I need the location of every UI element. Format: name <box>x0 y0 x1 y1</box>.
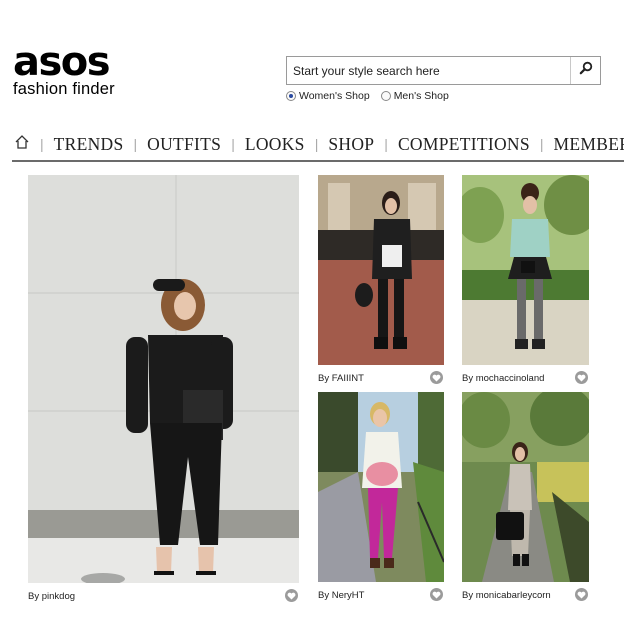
nav-item-shop[interactable]: SHOP <box>328 134 374 155</box>
look-author-link[interactable]: mochaccinoland <box>476 373 545 384</box>
love-heart-button[interactable] <box>430 588 443 601</box>
look-photo[interactable] <box>462 392 589 582</box>
logo-wordmark: asos <box>13 39 111 85</box>
look-author-link[interactable]: FAIIINT <box>332 373 364 384</box>
look-photo[interactable] <box>28 175 299 583</box>
love-heart-icon <box>432 369 441 387</box>
look-card[interactable]: By FAIIINT <box>318 175 444 387</box>
radio-button-selected[interactable] <box>286 91 296 101</box>
look-author-link[interactable]: NeryHT <box>332 590 365 601</box>
love-heart-icon <box>432 586 441 604</box>
mens-shop-radio[interactable]: Men's Shop <box>380 90 449 102</box>
look-photo[interactable] <box>318 175 444 365</box>
nav-separator: | <box>314 136 319 152</box>
search-input[interactable] <box>287 57 571 84</box>
love-heart-button[interactable] <box>285 589 298 602</box>
look-card[interactable]: By mochaccinoland <box>462 175 589 387</box>
love-heart-button[interactable] <box>430 371 443 384</box>
by-label: By <box>462 373 474 384</box>
look-photo[interactable] <box>462 175 589 365</box>
main-nav: | TRENDS | OUTFITS | LOOKS | SHOP | COMP… <box>12 128 624 160</box>
by-label: By <box>318 373 330 384</box>
logo-subtitle: fashion finder <box>13 80 115 98</box>
look-credit: By monicabarleycorn <box>462 590 551 601</box>
asos-logo[interactable]: asos fashion finder <box>13 39 133 98</box>
love-heart-icon <box>577 586 586 604</box>
love-heart-icon <box>577 369 586 387</box>
nav-separator: | <box>133 136 138 152</box>
search-button[interactable] <box>570 57 600 84</box>
by-label: By <box>28 591 40 602</box>
nav-separator: | <box>384 136 388 152</box>
look-credit: By NeryHT <box>318 590 364 601</box>
look-photo-image <box>318 175 444 365</box>
love-heart-button[interactable] <box>575 588 588 601</box>
radio-button[interactable] <box>380 91 391 101</box>
look-photo[interactable] <box>318 392 444 582</box>
look-photo-image <box>28 175 299 583</box>
search-box <box>286 56 601 85</box>
mens-shop-label: Men's Shop <box>393 90 449 102</box>
love-heart-icon <box>287 587 296 605</box>
nav-separator: | <box>40 136 44 152</box>
look-credit: By mochaccinoland <box>462 373 544 384</box>
look-author-link[interactable]: pinkdog <box>42 591 75 602</box>
womens-shop-radio[interactable]: Women's Shop <box>286 90 370 102</box>
nav-item-competitions[interactable]: COMPETITIONS <box>398 134 530 155</box>
shop-selector: Women's Shop Men's Shop <box>286 90 449 102</box>
look-card[interactable]: By NeryHT <box>318 392 444 606</box>
look-photo-image <box>462 392 589 582</box>
nav-divider <box>12 160 624 162</box>
look-credit: By pinkdog <box>28 591 75 602</box>
look-credit: By FAIIINT <box>318 373 364 384</box>
nav-item-trends[interactable]: TRENDS <box>54 134 124 155</box>
look-card[interactable]: By monicabarleycorn <box>462 392 589 606</box>
home-icon <box>14 134 30 155</box>
look-photo-image <box>462 175 589 365</box>
nav-item-looks[interactable]: LOOKS <box>245 134 305 155</box>
look-card[interactable]: By pinkdog <box>28 175 299 605</box>
search-icon <box>579 61 593 80</box>
look-author-link[interactable]: monicabarleycorn <box>476 590 551 601</box>
by-label: By <box>462 590 474 601</box>
nav-separator: | <box>539 136 544 152</box>
nav-item-members[interactable]: MEMBERS <box>554 134 624 155</box>
nav-separator: | <box>231 136 235 152</box>
nav-item-outfits[interactable]: OUTFITS <box>147 134 221 155</box>
look-photo-image <box>318 392 444 582</box>
home-button[interactable] <box>14 133 30 155</box>
love-heart-button[interactable] <box>575 371 588 384</box>
womens-shop-label: Women's Shop <box>299 90 370 102</box>
by-label: By <box>318 590 330 601</box>
